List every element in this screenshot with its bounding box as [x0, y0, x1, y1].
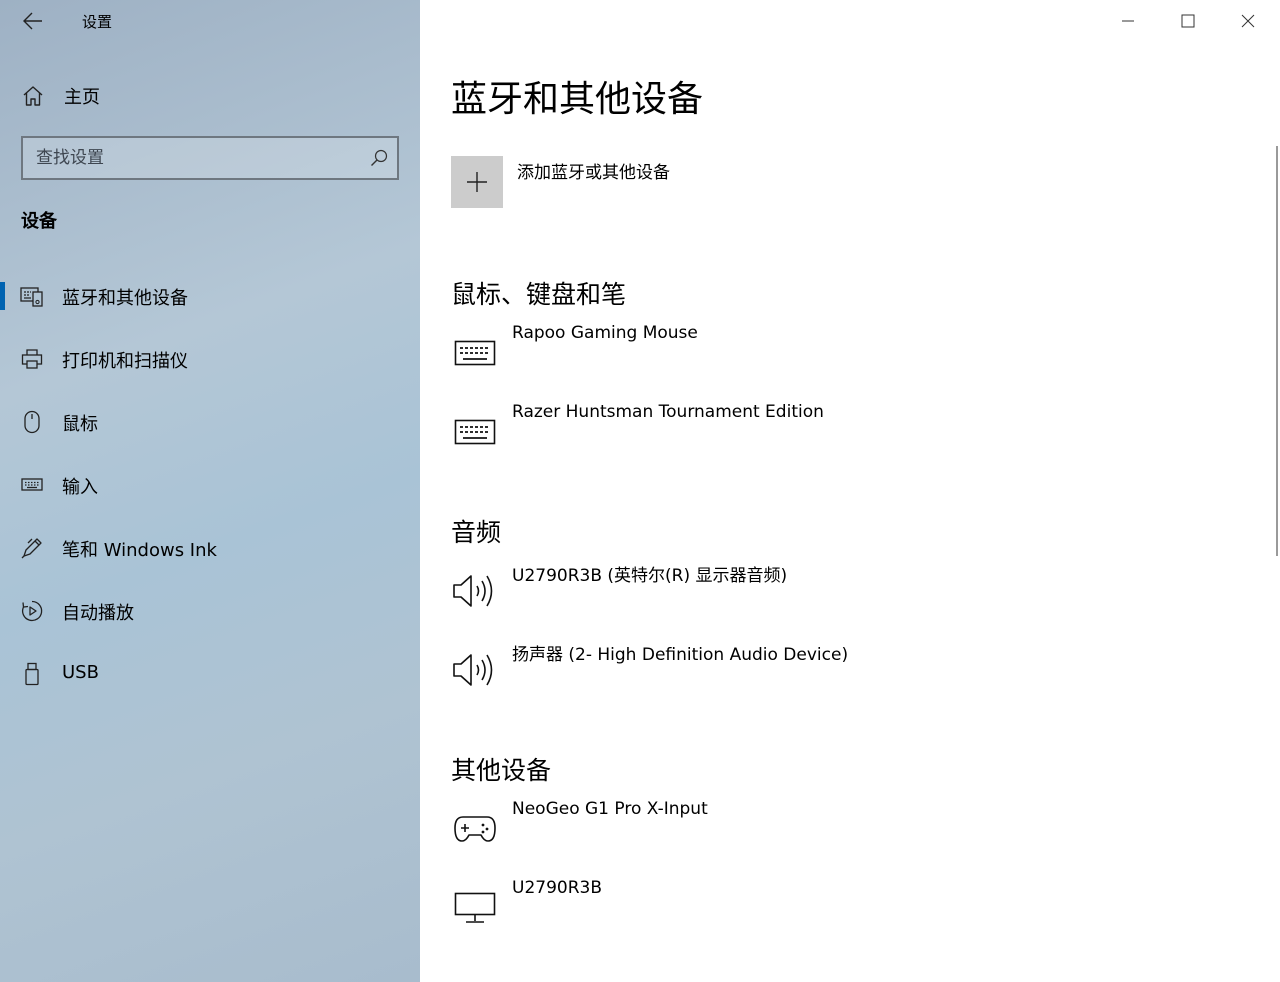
monitor-icon	[451, 890, 499, 926]
sidebar-item-typing[interactable]: 输入	[0, 461, 420, 509]
sidebar-item-label: 鼠标	[62, 414, 98, 435]
sidebar-item-label: 打印机和扫描仪	[62, 351, 188, 372]
home-icon	[20, 83, 46, 109]
sidebar-item-label: 笔和 Windows Ink	[62, 540, 217, 561]
minimize-button[interactable]	[1098, 0, 1158, 42]
mouse-icon	[20, 409, 44, 435]
device-item[interactable]: NeoGeo G1 Pro X-Input	[451, 799, 1051, 859]
add-device-button[interactable]	[451, 156, 503, 208]
sidebar-item-usb[interactable]: USB	[0, 650, 420, 698]
device-name: NeoGeo G1 Pro X-Input	[512, 799, 708, 819]
group-title-input-devices: 鼠标、键盘和笔	[451, 280, 627, 309]
sidebar-item-autoplay[interactable]: 自动播放	[0, 587, 420, 635]
speaker-icon	[451, 652, 499, 688]
section-title: 设备	[21, 211, 57, 232]
maximize-button[interactable]	[1158, 0, 1218, 42]
sidebar-item-pen[interactable]: 笔和 Windows Ink	[0, 524, 420, 572]
sidebar-item-mouse[interactable]: 鼠标	[0, 398, 420, 446]
usb-icon	[20, 661, 44, 687]
back-arrow-icon	[23, 12, 42, 30]
search-icon[interactable]	[369, 148, 389, 168]
autoplay-icon	[20, 598, 44, 624]
device-item[interactable]: Rapoo Gaming Mouse	[451, 323, 1051, 383]
device-item[interactable]: 扬声器 (2- High Definition Audio Device)	[451, 640, 1051, 700]
scrollbar[interactable]	[1276, 146, 1278, 556]
sidebar-item-label: 自动播放	[62, 603, 134, 624]
group-title-other-devices: 其他设备	[451, 756, 552, 785]
gamepad-icon	[451, 811, 499, 847]
keyboard-icon	[20, 472, 44, 498]
home-label: 主页	[64, 87, 100, 108]
close-button[interactable]	[1218, 0, 1278, 42]
device-name: U2790R3B (英特尔(R) 显示器音频)	[512, 566, 788, 586]
maximize-icon	[1181, 14, 1195, 28]
sidebar-item-label: USB	[62, 662, 99, 683]
device-name: U2790R3B	[512, 878, 602, 898]
device-item[interactable]: Razer Huntsman Tournament Edition	[451, 402, 1051, 462]
keyboard-icon	[451, 335, 499, 371]
main-content: 蓝牙和其他设备 添加蓝牙或其他设备 鼠标、键盘和笔 Rapoo Gaming M…	[420, 0, 1280, 982]
sidebar-item-label: 蓝牙和其他设备	[62, 288, 188, 309]
pen-icon	[20, 535, 44, 561]
device-item[interactable]: U2790R3B	[451, 878, 1051, 938]
home-nav-item[interactable]: 主页	[20, 82, 100, 110]
search-box[interactable]	[21, 136, 399, 180]
printer-icon	[20, 346, 44, 372]
sidebar-item-bluetooth[interactable]: 蓝牙和其他设备	[0, 272, 420, 320]
close-icon	[1241, 14, 1255, 28]
device-name: Razer Huntsman Tournament Edition	[512, 402, 824, 422]
device-name: 扬声器 (2- High Definition Audio Device)	[512, 645, 849, 665]
sidebar: 设置 主页 设备 蓝牙和其他设备	[0, 0, 420, 982]
bluetooth-devices-icon	[20, 283, 44, 309]
add-device-label[interactable]: 添加蓝牙或其他设备	[517, 158, 670, 183]
device-item[interactable]: U2790R3B (英特尔(R) 显示器音频)	[451, 561, 1051, 621]
plus-icon	[467, 172, 487, 192]
search-input[interactable]	[23, 138, 366, 178]
app-title: 设置	[82, 13, 113, 31]
sidebar-item-label: 输入	[62, 477, 98, 498]
speaker-icon	[451, 573, 499, 609]
keyboard-icon	[451, 414, 499, 450]
page-title: 蓝牙和其他设备	[451, 79, 704, 120]
minimize-icon	[1122, 20, 1134, 22]
back-button[interactable]	[20, 8, 46, 34]
group-title-audio: 音频	[451, 518, 502, 547]
device-name: Rapoo Gaming Mouse	[512, 323, 698, 343]
sidebar-item-printers[interactable]: 打印机和扫描仪	[0, 335, 420, 383]
